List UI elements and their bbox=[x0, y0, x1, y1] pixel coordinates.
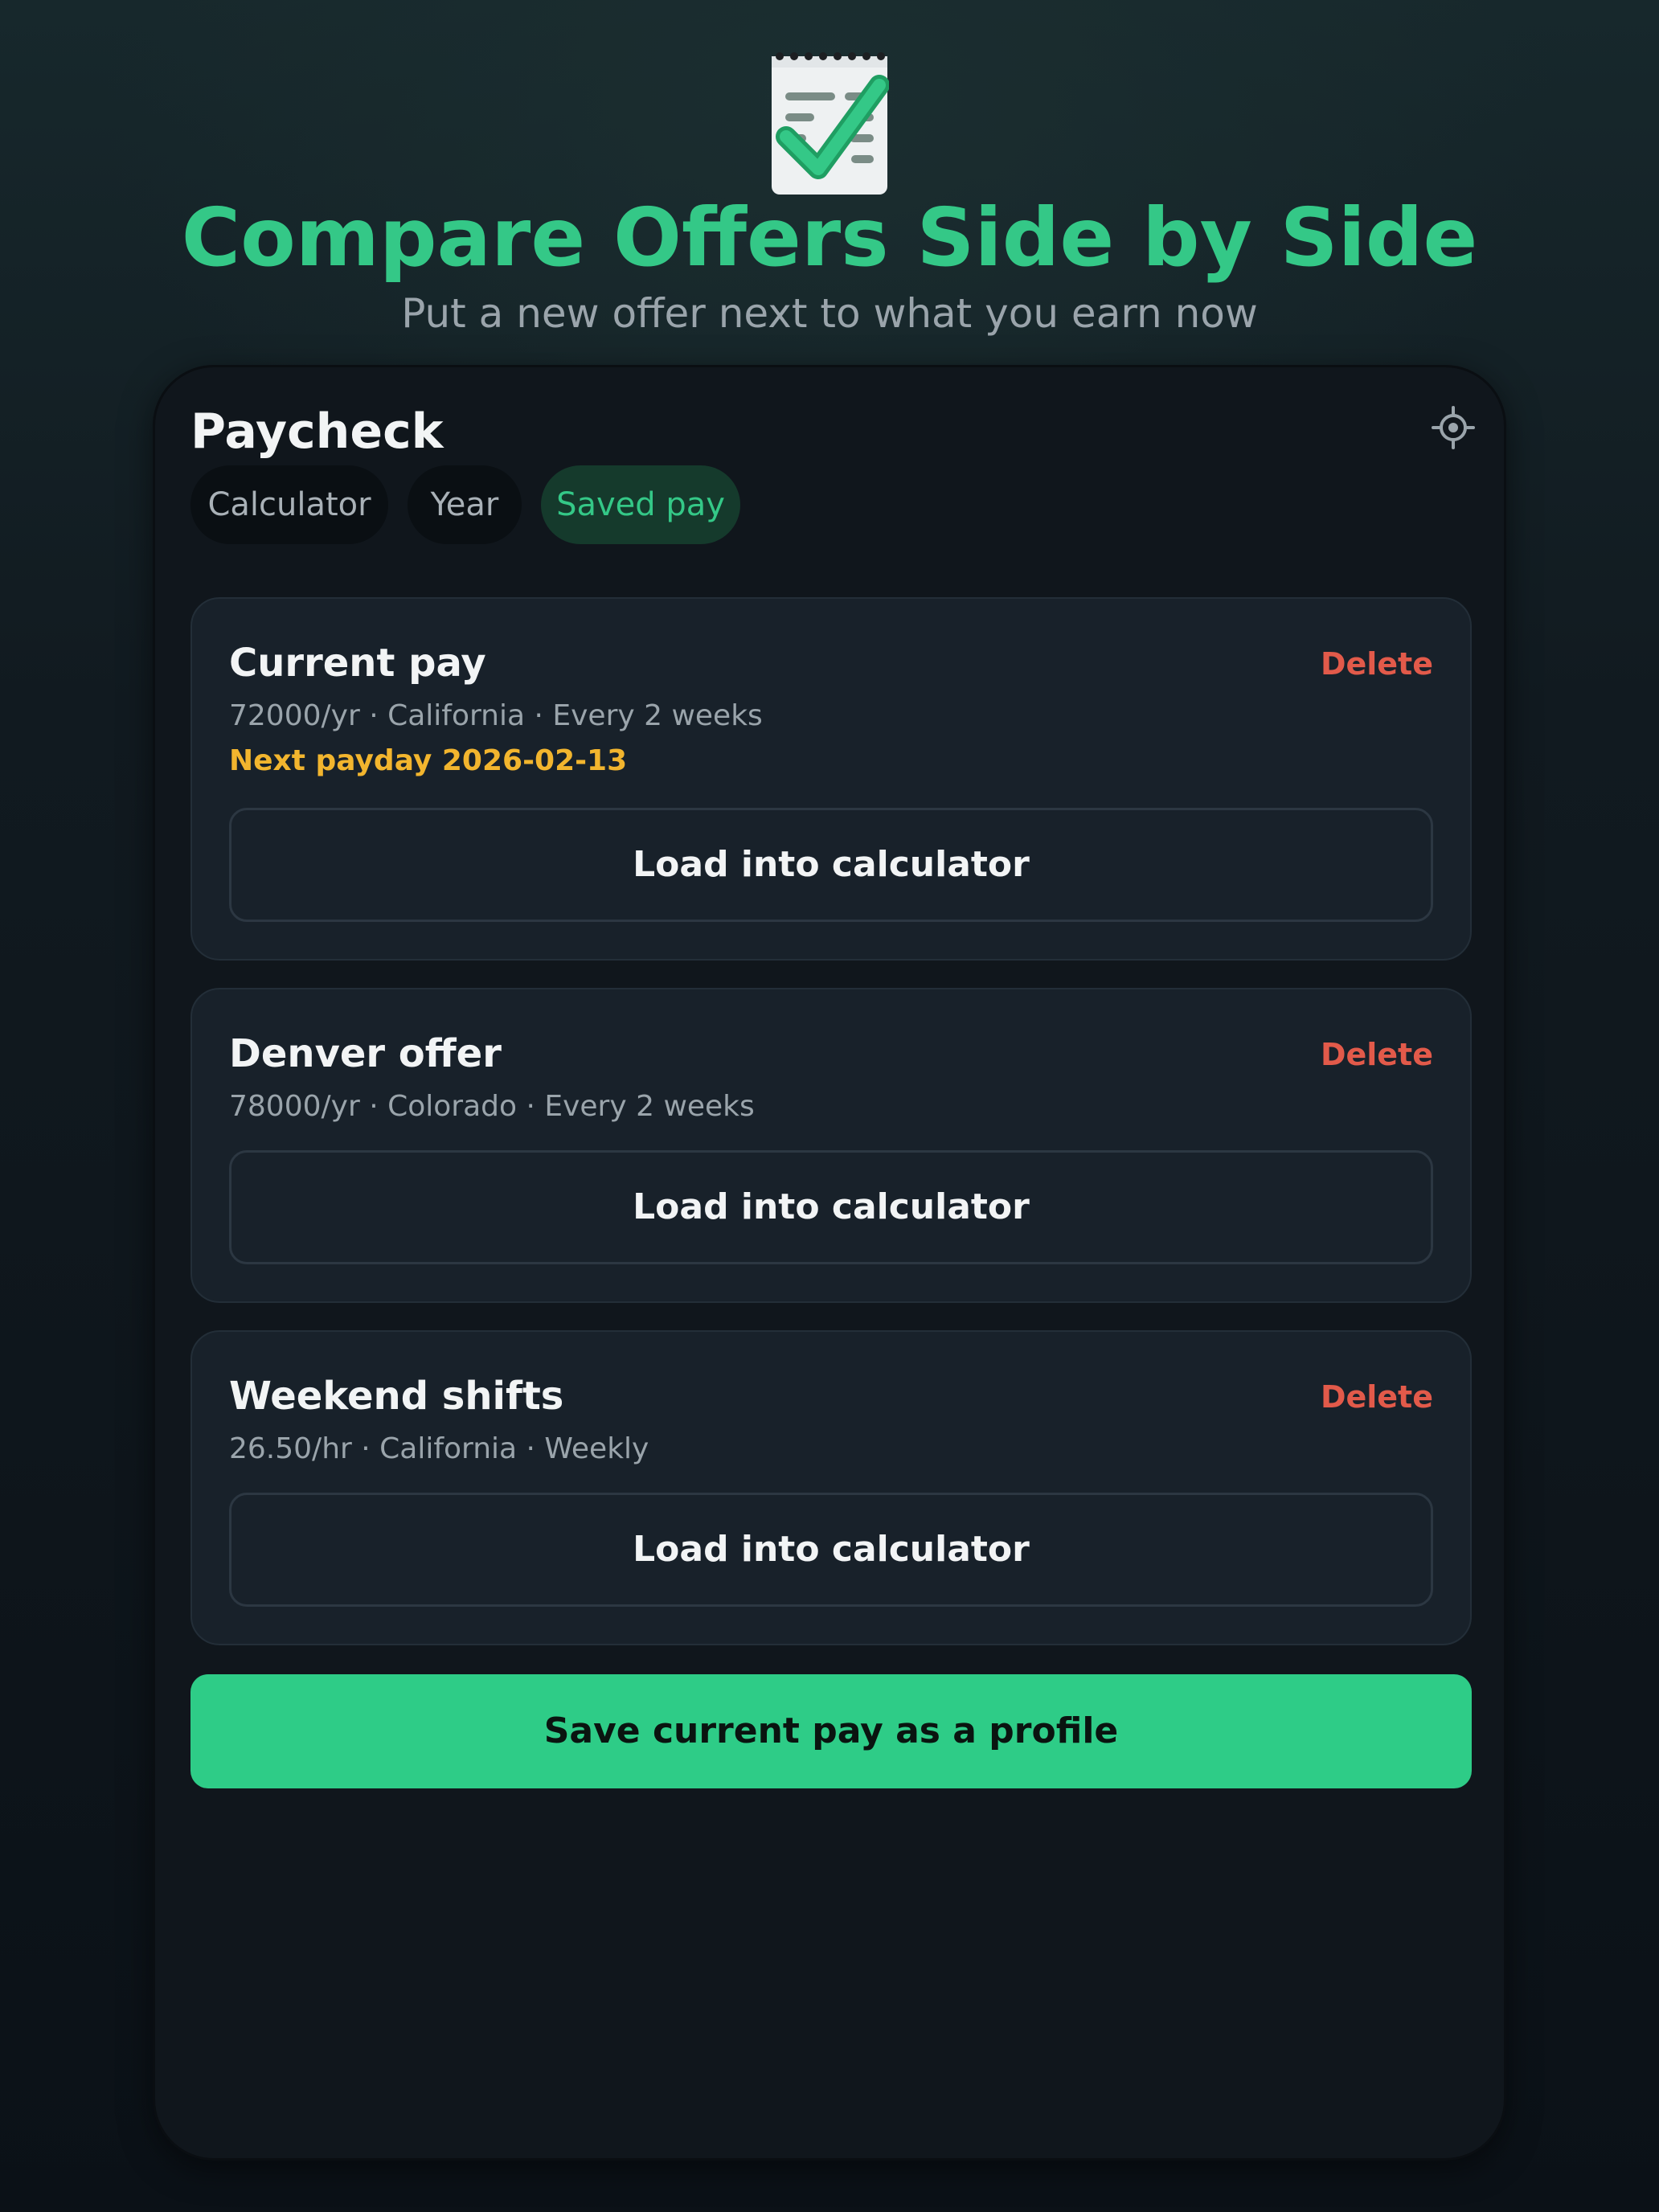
load-into-calculator-button[interactable]: Load into calculator bbox=[229, 1493, 1433, 1607]
tab-calculator[interactable]: Calculator bbox=[190, 465, 388, 544]
delete-button[interactable]: Delete bbox=[1321, 644, 1433, 684]
delete-button[interactable]: Delete bbox=[1321, 1377, 1433, 1417]
profile-name: Weekend shifts bbox=[229, 1374, 564, 1419]
page-title: Compare Offers Side by Side bbox=[181, 190, 1478, 285]
profile-card-denver-offer: Denver offer Delete 78000/yr · Colorado … bbox=[190, 988, 1472, 1303]
page-subtitle: Put a new offer next to what you earn no… bbox=[401, 290, 1258, 337]
profile-details: 26.50/hr · California · Weekly bbox=[229, 1432, 649, 1465]
next-payday: Next payday 2026-02-13 bbox=[229, 744, 628, 777]
notepad-checkmark-icon bbox=[772, 52, 889, 195]
tab-year[interactable]: Year bbox=[408, 465, 522, 544]
profile-card-current-pay: Current pay Delete 72000/yr · California… bbox=[190, 597, 1472, 961]
profile-name: Current pay bbox=[229, 641, 486, 686]
tab-saved-pay[interactable]: Saved pay bbox=[541, 465, 740, 544]
gear-icon[interactable] bbox=[1432, 406, 1475, 449]
save-profile-button[interactable]: Save current pay as a profile bbox=[190, 1674, 1472, 1788]
profile-details: 78000/yr · Colorado · Every 2 weeks bbox=[229, 1090, 755, 1123]
profile-details: 72000/yr · California · Every 2 weeks bbox=[229, 699, 763, 732]
delete-button[interactable]: Delete bbox=[1321, 1034, 1433, 1075]
panel-title: Paycheck bbox=[190, 403, 444, 460]
profile-name: Denver offer bbox=[229, 1031, 502, 1076]
load-into-calculator-button[interactable]: Load into calculator bbox=[229, 1150, 1433, 1264]
load-into-calculator-button[interactable]: Load into calculator bbox=[229, 808, 1433, 922]
profile-card-weekend-shifts: Weekend shifts Delete 26.50/hr · Califor… bbox=[190, 1330, 1472, 1645]
paycheck-panel: Paycheck Calculator Year Saved pay Curre… bbox=[153, 365, 1506, 2161]
